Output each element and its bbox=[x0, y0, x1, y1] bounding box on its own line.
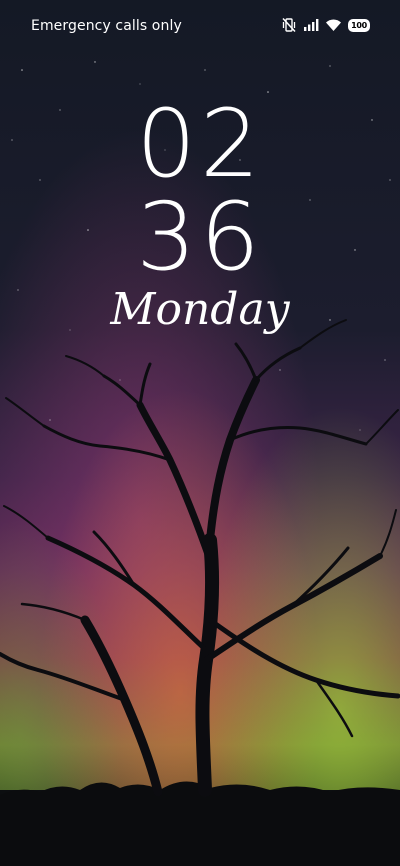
clock-hours: 02 bbox=[136, 90, 264, 199]
vibrate-off-icon bbox=[281, 17, 297, 33]
lock-screen: Emergency calls only 100 02 36 Monday bbox=[0, 0, 400, 866]
signal-icon bbox=[303, 18, 319, 32]
carrier-status-text: Emergency calls only bbox=[31, 18, 182, 34]
status-bar: Emergency calls only 100 bbox=[0, 0, 400, 54]
battery-icon: 100 bbox=[348, 18, 370, 32]
battery-level-text: 100 bbox=[351, 20, 367, 30]
status-icons: 100 bbox=[281, 17, 370, 33]
clock-minutes: 36 bbox=[136, 183, 264, 292]
day-of-week: Monday bbox=[110, 284, 290, 335]
wifi-icon bbox=[325, 18, 342, 32]
